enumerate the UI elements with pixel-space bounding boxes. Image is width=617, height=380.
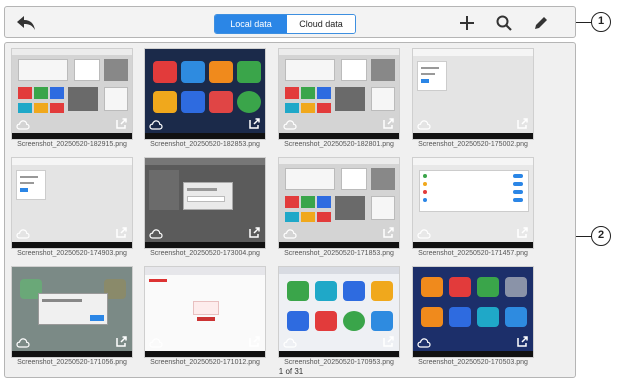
screenshot-filename: Screenshot_20250520-170503.png [418, 359, 528, 366]
cloud-upload-icon[interactable] [16, 119, 30, 130]
cloud-upload-icon[interactable] [16, 228, 30, 239]
screenshot-filename: Screenshot_20250520-171457.png [418, 250, 528, 257]
callout-2: 2 [591, 226, 611, 246]
share-icon[interactable] [115, 335, 128, 348]
screenshot-item[interactable]: Screenshot_20250520-182853.png [144, 48, 266, 152]
screenshot-filename: Screenshot_20250520-170953.png [284, 359, 394, 366]
screenshot-thumbnail[interactable] [11, 266, 133, 358]
screenshot-thumbnail[interactable] [144, 266, 266, 358]
share-icon[interactable] [248, 117, 261, 130]
screenshot-thumbnail[interactable] [412, 157, 534, 249]
thumbnail-navbar [12, 351, 132, 357]
share-icon[interactable] [516, 117, 529, 130]
screenshot-thumbnail[interactable] [144, 157, 266, 249]
share-icon[interactable] [115, 117, 128, 130]
thumbnail-navbar [279, 351, 399, 357]
share-icon[interactable] [516, 335, 529, 348]
screenshot-item[interactable]: Screenshot_20250520-173004.png [144, 157, 266, 261]
cloud-upload-icon[interactable] [16, 337, 30, 348]
screenshot-filename: Screenshot_20250520-182915.png [17, 141, 127, 148]
screenshot-item[interactable]: Screenshot_20250520-171457.png [412, 157, 534, 261]
cloud-upload-icon[interactable] [283, 337, 297, 348]
screenshot-thumbnail[interactable] [278, 157, 400, 249]
thumbnail-navbar [279, 242, 399, 248]
back-arrow-icon[interactable] [15, 13, 37, 33]
search-icon[interactable] [495, 14, 513, 32]
cloud-upload-icon[interactable] [417, 228, 431, 239]
cloud-upload-icon[interactable] [283, 119, 297, 130]
thumbnail-navbar [413, 351, 533, 357]
screenshot-thumbnail[interactable] [412, 48, 534, 140]
screenshot-item[interactable]: Screenshot_20250520-170953.png [278, 266, 400, 370]
share-icon[interactable] [248, 335, 261, 348]
screenshot-filename: Screenshot_20250520-173004.png [150, 250, 260, 257]
screenshot-thumbnail[interactable] [278, 266, 400, 358]
screenshot-filename: Screenshot_20250520-182801.png [284, 141, 394, 148]
screenshot-item[interactable]: Screenshot_20250520-171056.png [11, 266, 133, 370]
screenshot-filename: Screenshot_20250520-171056.png [17, 359, 127, 366]
share-icon[interactable] [382, 117, 395, 130]
screenshot-thumbnail[interactable] [412, 266, 534, 358]
screenshot-thumbnail[interactable] [11, 48, 133, 140]
thumbnail-navbar [279, 133, 399, 139]
thumbnail-navbar [12, 133, 132, 139]
screenshot-filename: Screenshot_20250520-171853.png [284, 250, 394, 257]
cloud-upload-icon[interactable] [283, 228, 297, 239]
add-icon[interactable] [458, 14, 476, 32]
share-icon[interactable] [382, 226, 395, 239]
tab-cloud-data[interactable]: Cloud data [287, 15, 355, 33]
edit-icon[interactable] [532, 14, 550, 32]
page-indicator: 1 of 31 [278, 367, 304, 376]
screenshot-thumbnail[interactable] [278, 48, 400, 140]
top-toolbar: Local data Cloud data [4, 6, 576, 38]
screenshot-filename: Screenshot_20250520-182853.png [150, 141, 260, 148]
share-icon[interactable] [382, 335, 395, 348]
screenshot-thumbnail[interactable] [144, 48, 266, 140]
share-icon[interactable] [516, 226, 529, 239]
cloud-upload-icon[interactable] [149, 228, 163, 239]
callout-2-line [576, 236, 592, 237]
share-icon[interactable] [115, 226, 128, 239]
screenshot-item[interactable]: Screenshot_20250520-182801.png [278, 48, 400, 152]
callout-1: 1 [591, 12, 611, 32]
thumbnail-navbar [145, 133, 265, 139]
thumbnail-navbar [413, 133, 533, 139]
callout-1-line [576, 22, 592, 23]
thumbnail-navbar [413, 242, 533, 248]
screenshot-item[interactable]: Screenshot_20250520-171853.png [278, 157, 400, 261]
thumbnail-navbar [145, 242, 265, 248]
screenshot-gallery: Screenshot_20250520-182915.png Screensho… [4, 42, 576, 378]
screenshot-item[interactable]: Screenshot_20250520-170503.png [412, 266, 534, 370]
thumbnail-navbar [145, 351, 265, 357]
screenshot-item[interactable]: Screenshot_20250520-174903.png [11, 157, 133, 261]
screenshot-thumbnail[interactable] [11, 157, 133, 249]
cloud-upload-icon[interactable] [417, 337, 431, 348]
cloud-upload-icon[interactable] [417, 119, 431, 130]
screenshot-item[interactable]: Screenshot_20250520-182915.png [11, 48, 133, 152]
screenshot-filename: Screenshot_20250520-175002.png [418, 141, 528, 148]
share-icon[interactable] [248, 226, 261, 239]
cloud-upload-icon[interactable] [149, 119, 163, 130]
data-source-tabs: Local data Cloud data [214, 14, 356, 34]
screenshot-filename: Screenshot_20250520-171012.png [150, 359, 260, 366]
tab-local-data[interactable]: Local data [215, 15, 287, 33]
screenshot-filename: Screenshot_20250520-174903.png [17, 250, 127, 257]
screenshot-item[interactable]: Screenshot_20250520-175002.png [412, 48, 534, 152]
cloud-upload-icon[interactable] [149, 337, 163, 348]
screenshot-item[interactable]: Screenshot_20250520-171012.png [144, 266, 266, 370]
thumbnail-navbar [12, 242, 132, 248]
